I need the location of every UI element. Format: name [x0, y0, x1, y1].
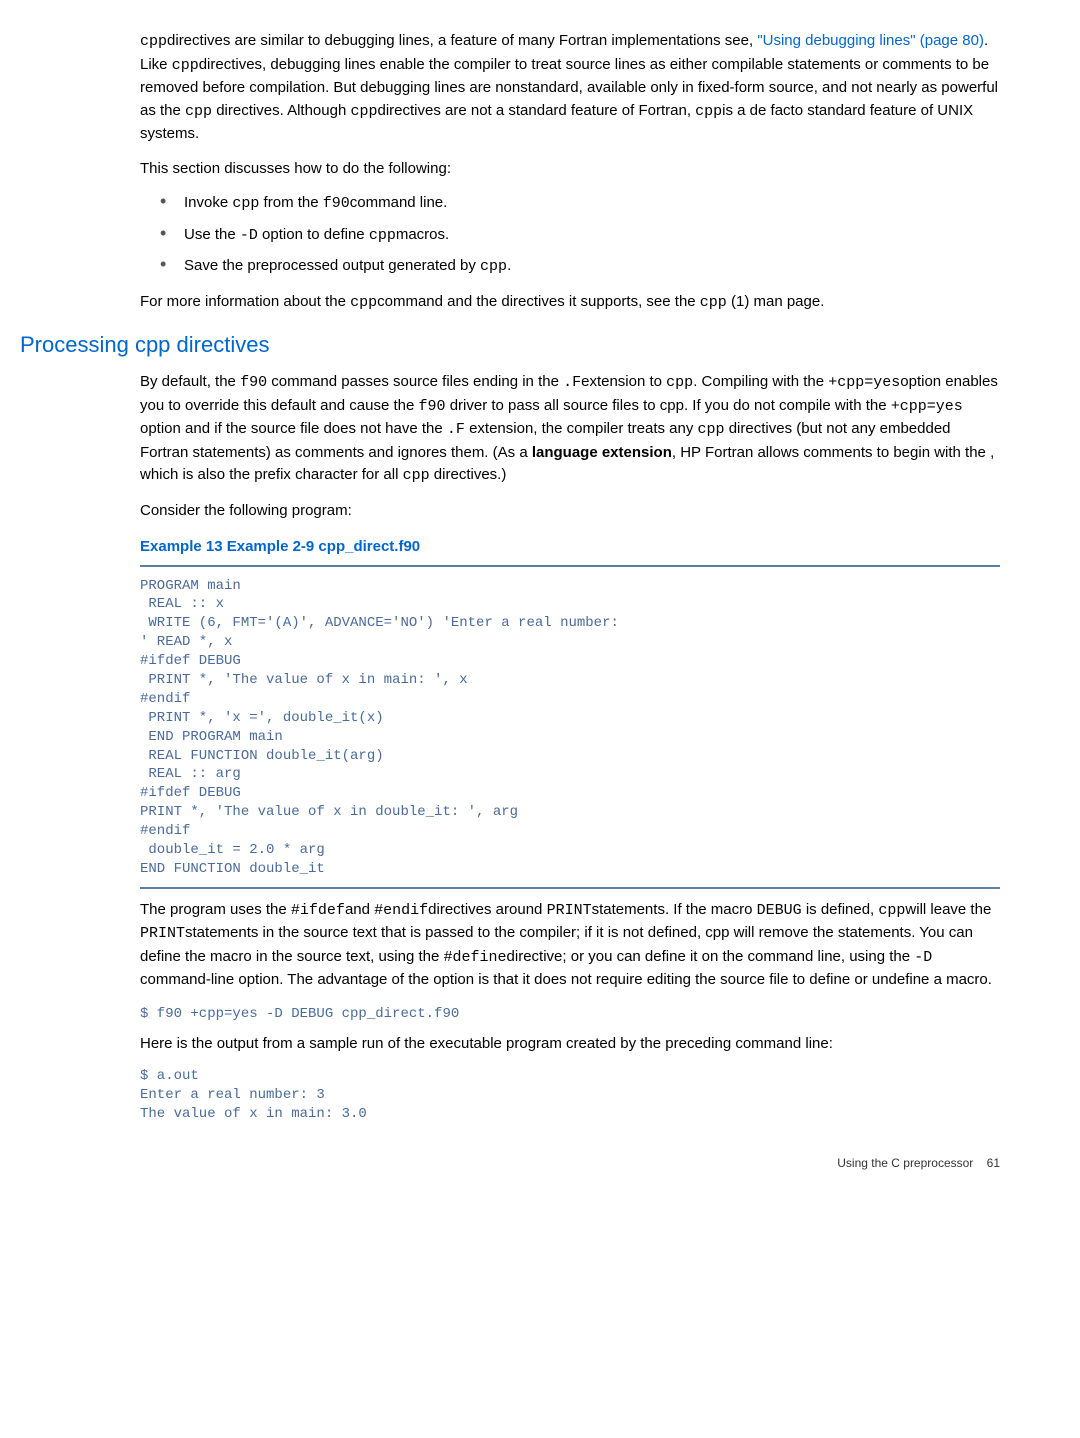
- example-rule-top: [140, 565, 1000, 567]
- section-heading: Processing cpp directives: [20, 328, 1000, 361]
- section-para-3: The program uses the #ifdefand #endifdir…: [140, 899, 1000, 992]
- section-para-1: By default, the f90 command passes sourc…: [140, 371, 1000, 488]
- intro-para-2: This section discusses how to do the fol…: [140, 158, 1000, 181]
- intro-para-3: For more information about the cppcomman…: [140, 291, 1000, 315]
- intro-bullets: Invoke cpp from the f90command line. Use…: [160, 192, 1000, 279]
- link-debugging-lines[interactable]: "Using debugging lines" (page 80): [757, 32, 984, 49]
- list-item: Invoke cpp from the f90command line.: [160, 192, 1000, 216]
- list-item: Save the preprocessed output generated b…: [160, 255, 1000, 279]
- example-title: Example 13 Example 2-9 cpp_direct.f90: [140, 536, 1000, 559]
- command-line: $ f90 +cpp=yes -D DEBUG cpp_direct.f90: [140, 1004, 1000, 1025]
- output-block: $ a.out Enter a real number: 3 The value…: [140, 1067, 1000, 1124]
- code-block: PROGRAM main REAL :: x WRITE (6, FMT='(A…: [140, 577, 1000, 879]
- section-para-2: Consider the following program:: [140, 500, 1000, 523]
- list-item: Use the -D option to define cppmacros.: [160, 224, 1000, 248]
- intro-para-1: cppdirectives are similar to debugging l…: [140, 30, 1000, 146]
- example-rule-bottom: [140, 887, 1000, 889]
- page-footer: Using the C preprocessor 61: [80, 1154, 1000, 1172]
- section-para-4: Here is the output from a sample run of …: [140, 1033, 1000, 1056]
